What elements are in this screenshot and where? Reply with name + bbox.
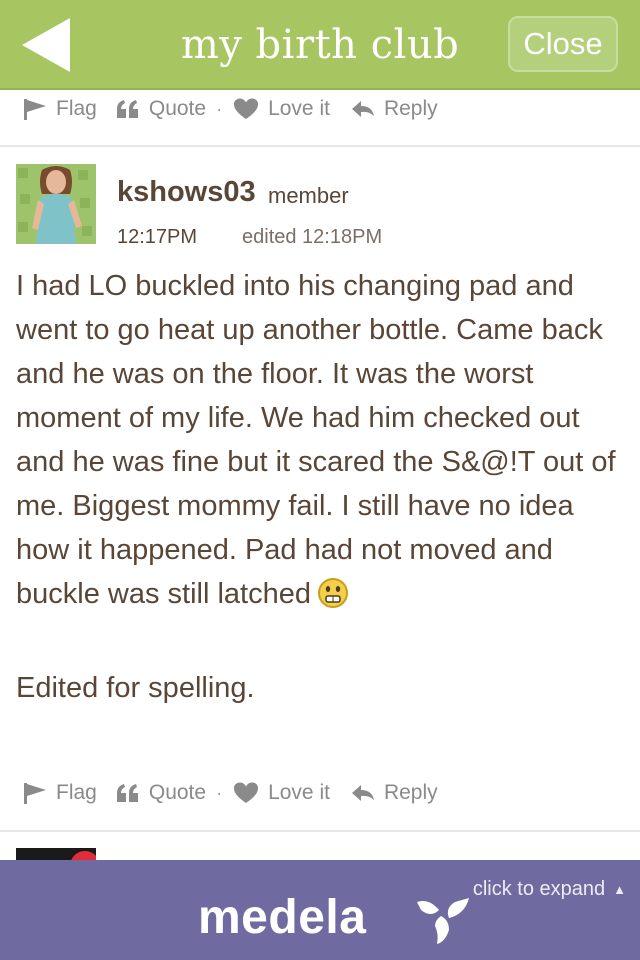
reply-label: Reply — [383, 97, 438, 120]
heart-icon — [234, 782, 259, 803]
brand-name: medela — [198, 891, 367, 944]
post-actions: Flag Quote · Love it Reply — [22, 778, 438, 808]
worried-face-icon — [317, 577, 349, 622]
reply-button[interactable]: Reply — [350, 97, 438, 121]
flag-icon — [24, 99, 46, 120]
quote-label: Quote — [148, 781, 207, 804]
username-link[interactable]: kshows03 — [117, 176, 256, 209]
flag-button[interactable]: Flag — [22, 97, 97, 121]
quote-icon — [116, 784, 138, 802]
quote-button[interactable]: Quote — [115, 97, 206, 121]
love-it-label: Love it — [268, 97, 330, 120]
divider — [0, 830, 640, 832]
post-body: I had LO buckled into his changing pad a… — [16, 264, 628, 710]
quote-label: Quote — [148, 97, 207, 120]
expand-ad-button[interactable]: click to expand ▲ — [473, 878, 626, 901]
action-separator: · — [216, 782, 223, 803]
close-button[interactable]: Close — [508, 16, 618, 72]
edited-timestamp: edited 12:18PM — [242, 226, 383, 248]
reply-arrow-icon — [351, 785, 374, 801]
flag-label: Flag — [56, 97, 97, 120]
post-actions-top: Flag Quote · Love it Reply — [22, 94, 438, 124]
love-it-button[interactable]: Love it — [232, 781, 330, 805]
post-text-content: I had LO buckled into his changing pad a… — [16, 270, 616, 610]
heart-icon — [234, 98, 259, 119]
divider — [0, 145, 640, 147]
post-text: I had LO buckled into his changing pad a… — [16, 264, 628, 622]
triangle-up-icon: ▲ — [613, 882, 626, 897]
love-it-label: Love it — [268, 781, 330, 804]
quote-button[interactable]: Quote — [115, 781, 206, 805]
quote-icon — [116, 100, 138, 118]
edit-note: Edited for spelling. — [16, 672, 255, 704]
flag-button[interactable]: Flag — [22, 781, 97, 805]
expand-label: click to expand — [472, 878, 606, 900]
flag-label: Flag — [56, 781, 97, 804]
medela-logo-icon — [417, 898, 469, 944]
action-separator: · — [216, 98, 223, 119]
love-it-button[interactable]: Love it — [232, 97, 330, 121]
reply-button[interactable]: Reply — [350, 781, 438, 805]
member-role-label: member — [268, 183, 349, 208]
reply-arrow-icon — [351, 101, 374, 117]
ad-banner[interactable]: click to expand ▲ medela — [0, 860, 640, 960]
app-header: my birth club Close — [0, 0, 640, 90]
flag-icon — [24, 783, 46, 804]
post-timestamp: 12:17PM — [117, 226, 198, 248]
avatar[interactable] — [16, 164, 96, 244]
reply-label: Reply — [383, 781, 438, 804]
